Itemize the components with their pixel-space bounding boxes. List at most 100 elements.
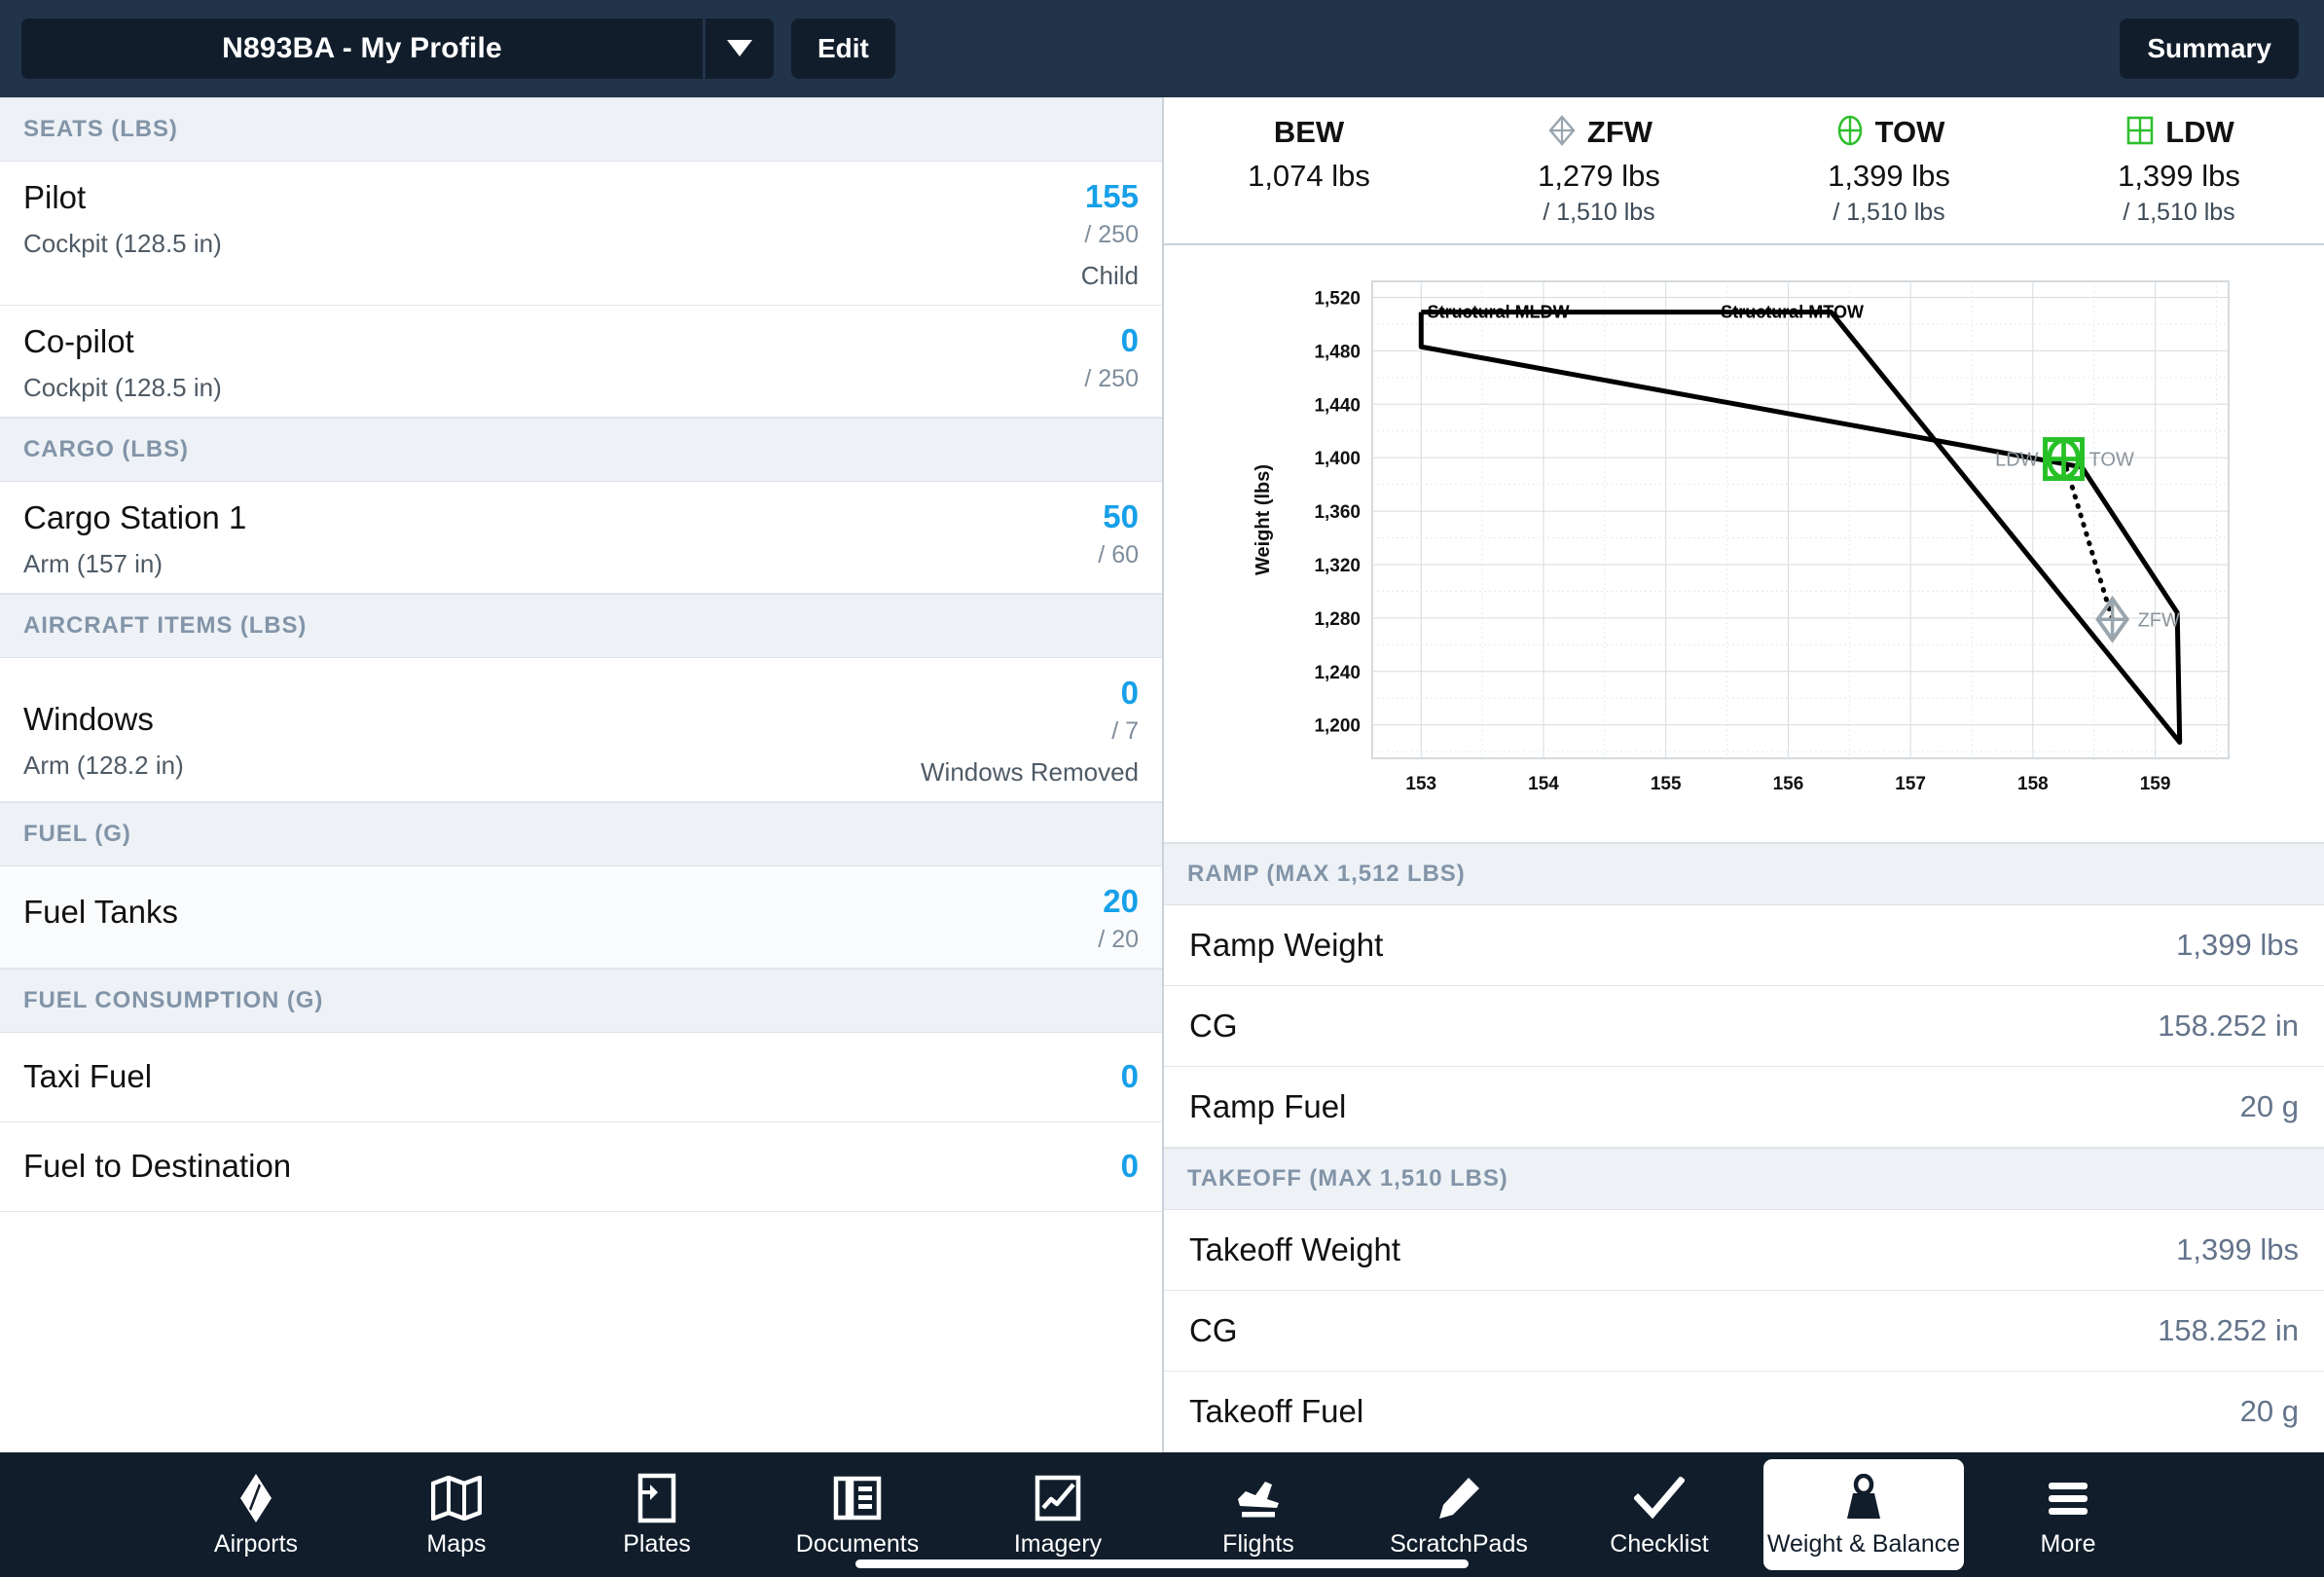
station-max: / 60	[1098, 540, 1139, 568]
edit-button[interactable]: Edit	[791, 18, 895, 79]
profile-dropdown-button[interactable]	[706, 18, 774, 79]
svg-text:1,440: 1,440	[1314, 395, 1361, 416]
section-title: FUEL (G)	[23, 820, 131, 847]
zfw-diamond-icon	[1545, 114, 1579, 152]
station-value[interactable]: 50	[1103, 498, 1139, 535]
station-row-cargo-station-1[interactable]: Cargo Station 1 Arm (157 in) 50 / 60	[0, 481, 1162, 594]
station-row-windows[interactable]: Windows Arm (128.2 in) 0 / 7 Windows Rem…	[0, 657, 1162, 802]
svg-text:1,280: 1,280	[1314, 608, 1361, 629]
station-row-pilot[interactable]: Pilot Cockpit (128.5 in) 155 / 250 Child	[0, 162, 1162, 306]
svg-text:156: 156	[1773, 774, 1804, 794]
section-header-ramp: RAMP (MAX 1,512 LBS)	[1164, 843, 2324, 905]
nav-item-checklist[interactable]: Checklist	[1559, 1452, 1760, 1577]
weight-summary-max: / 1,510 lbs	[1833, 199, 1945, 226]
svg-text:153: 153	[1405, 774, 1436, 794]
station-name: Cargo Station 1	[23, 498, 247, 535]
result-value: 20 g	[2239, 1393, 2299, 1428]
result-row-takeoff-weight: Takeoff Weight 1,399 lbs	[1164, 1209, 2324, 1291]
station-row-copilot[interactable]: Co-pilot Cockpit (128.5 in) 0 / 250	[0, 305, 1162, 418]
bottom-nav-bar: Airports Maps Plates Documents Imagery F…	[0, 1452, 2324, 1577]
station-name: Fuel Tanks	[23, 893, 178, 930]
nav-item-documents[interactable]: Documents	[757, 1452, 958, 1577]
nav-item-more[interactable]: More	[1968, 1452, 2168, 1577]
svg-text:154: 154	[1528, 774, 1559, 794]
top-header-bar: N893BA - My Profile Edit Summary	[0, 0, 2324, 97]
weight-summary-value: 1,074 lbs	[1248, 159, 1370, 193]
station-value[interactable]: 155	[1085, 178, 1139, 215]
row-left: Pilot Cockpit (128.5 in)	[23, 179, 222, 259]
svg-text:TOW: TOW	[2089, 449, 2134, 470]
airports-compass-icon	[235, 1472, 277, 1524]
row-left: Fuel Tanks	[23, 884, 178, 932]
wsum-top: LDW	[2124, 113, 2234, 152]
row-right: 0 / 250	[1084, 322, 1139, 393]
nav-item-imagery[interactable]: Imagery	[958, 1452, 1158, 1577]
nav-label: Airports	[213, 1529, 299, 1558]
station-value[interactable]: 0	[1121, 1148, 1139, 1185]
station-name: Co-pilot	[23, 322, 134, 359]
weight-summary-max: / 1,510 lbs	[2123, 199, 2235, 226]
stations-panel: SEATS (LBS) Pilot Cockpit (128.5 in) 155…	[0, 97, 1164, 1452]
row-right: 155 / 250 Child	[1080, 178, 1139, 291]
station-value[interactable]: 0	[1121, 1058, 1139, 1095]
nav-item-maps[interactable]: Maps	[356, 1452, 557, 1577]
svg-text:1,320: 1,320	[1314, 555, 1361, 575]
svg-text:159: 159	[2140, 774, 2171, 794]
station-value[interactable]: 0	[1121, 675, 1139, 712]
cg-envelope-chart[interactable]: 1,200 1,240 1,280 1,320 1,360 1,400 1,440 1,480…	[1164, 245, 2324, 843]
svg-text:158: 158	[2017, 774, 2049, 794]
svg-text:157: 157	[1895, 774, 1926, 794]
app-root: N893BA - My Profile Edit Summary SEATS (…	[0, 0, 2324, 1577]
section-title: RAMP (MAX 1,512 LBS)	[1187, 860, 1466, 887]
nav-label: Maps	[426, 1529, 487, 1558]
svg-text:1,480: 1,480	[1314, 342, 1361, 362]
result-label: CG	[1189, 1311, 1238, 1348]
section-title: AIRCRAFT ITEMS (LBS)	[23, 611, 308, 639]
section-header-takeoff: TAKEOFF (MAX 1,510 LBS)	[1164, 1147, 2324, 1210]
result-value: 20 g	[2239, 1088, 2299, 1123]
nav-item-plates[interactable]: Plates	[557, 1452, 757, 1577]
station-note: Windows Removed	[921, 756, 1139, 787]
summary-button[interactable]: Summary	[2120, 18, 2299, 79]
station-arm: Arm (157 in)	[23, 548, 163, 578]
row-right: 50 / 60	[1098, 498, 1139, 569]
nav-item-scratchpads[interactable]: ScratchPads	[1359, 1452, 1559, 1577]
station-max: / 250	[1084, 364, 1139, 392]
cg-envelope-svg: 1,200 1,240 1,280 1,320 1,360 1,400 1,440 1,480…	[1253, 279, 2230, 794]
svg-text:Weight (lbs): Weight (lbs)	[1253, 463, 1274, 574]
section-header-cargo: CARGO (LBS)	[0, 417, 1162, 482]
imagery-chart-icon	[1035, 1472, 1081, 1524]
station-note: Child	[1080, 260, 1139, 290]
svg-text:1,360: 1,360	[1314, 502, 1361, 523]
station-arm: Arm (128.2 in)	[23, 750, 184, 780]
svg-text:1,240: 1,240	[1314, 662, 1361, 682]
station-name: Taxi Fuel	[23, 1057, 153, 1094]
station-row-taxi-fuel[interactable]: Taxi Fuel 0	[0, 1032, 1162, 1122]
section-header-seats: SEATS (LBS)	[0, 97, 1162, 162]
weight-summary-zfw: ZFW 1,279 lbs / 1,510 lbs	[1454, 97, 1744, 243]
station-row-fuel-to-destination[interactable]: Fuel to Destination 0	[0, 1121, 1162, 1212]
profile-selector-group: N893BA - My Profile Edit	[21, 18, 895, 79]
result-label: Ramp Weight	[1189, 926, 1384, 963]
section-header-aircraft-items: AIRCRAFT ITEMS (LBS)	[0, 593, 1162, 658]
chevron-down-icon	[727, 40, 752, 57]
nav-item-weight-and-balance[interactable]: Weight & Balance	[1763, 1459, 1964, 1570]
nav-item-airports[interactable]: Airports	[156, 1452, 356, 1577]
documents-icon	[833, 1472, 882, 1524]
station-value[interactable]: 20	[1103, 883, 1139, 920]
weight-summary-ldw: LDW 1,399 lbs / 1,510 lbs	[2034, 97, 2324, 243]
pencil-icon	[1435, 1472, 1482, 1524]
airplane-takeoff-icon	[1232, 1472, 1285, 1524]
weight-summary-label: BEW	[1273, 115, 1345, 149]
weight-summary-max: / 1,510 lbs	[1543, 199, 1655, 226]
station-value[interactable]: 0	[1121, 322, 1139, 359]
station-arm: Cockpit (128.5 in)	[23, 228, 222, 258]
result-row-ramp-cg: CG 158.252 in	[1164, 985, 2324, 1067]
station-row-fuel-tanks[interactable]: Fuel Tanks 20 / 20	[0, 865, 1162, 969]
nav-item-flights[interactable]: Flights	[1158, 1452, 1359, 1577]
result-value: 158.252 in	[2158, 1008, 2299, 1043]
profile-selector[interactable]: N893BA - My Profile	[21, 18, 703, 79]
weight-icon	[1841, 1472, 1886, 1524]
weight-summary-value: 1,279 lbs	[1538, 159, 1660, 193]
section-title: TAKEOFF (MAX 1,510 LBS)	[1187, 1164, 1508, 1192]
